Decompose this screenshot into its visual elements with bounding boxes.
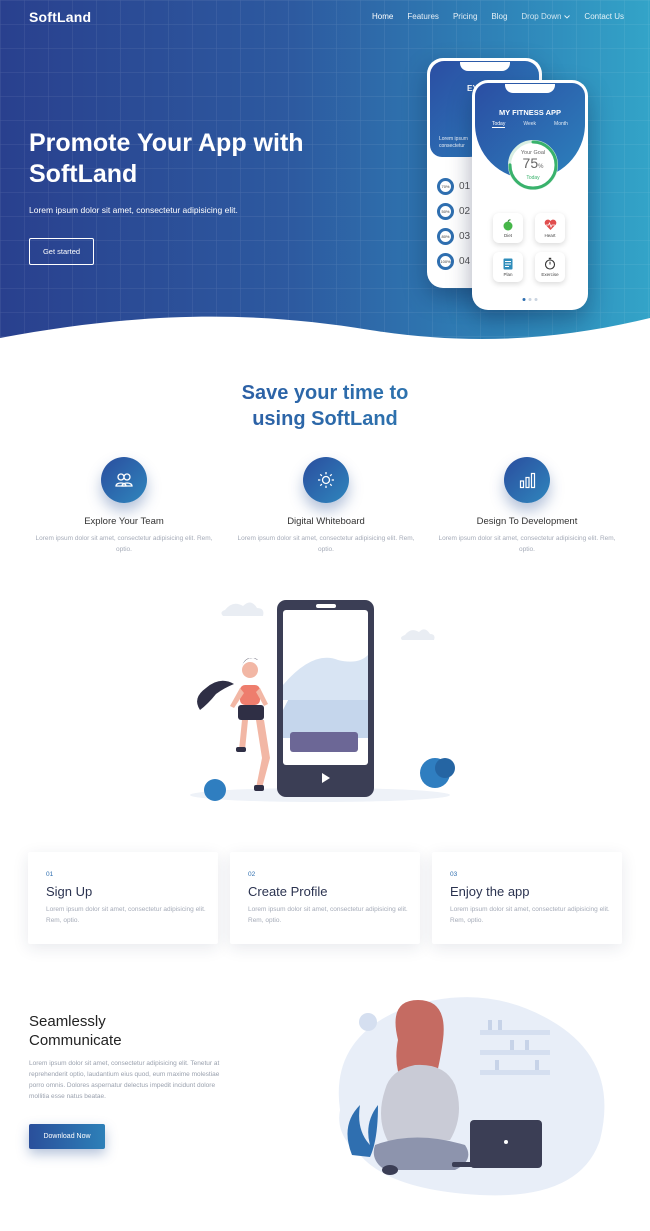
app-tab-today[interactable]: Today [492,121,506,128]
girl-laptop-illustration [338,997,605,1196]
feature-title: Design To Development [476,516,578,527]
sun-icon [318,472,334,488]
section-title: Save your time to using SoftLand [0,380,650,432]
nav-features[interactable]: Features [407,12,439,21]
tile-label: Plan [503,272,513,277]
phone-mockup-front: MY FITNESS APP Today Week Month Your Goa… [472,80,588,310]
progress-row: 50% 02 [437,203,470,220]
nav-blog[interactable]: Blog [491,12,507,21]
progress-ring: 70% [437,178,454,195]
step-number: 01 [46,871,54,878]
progress-num: 02 [459,206,471,217]
runner-phone-illustration [190,600,455,802]
tile-exercise[interactable]: Exercise [535,252,565,282]
feature-icon-circle [504,457,550,503]
tile-diet[interactable]: Diet [493,213,523,243]
tile-label: Diet [503,232,512,238]
feature-icon-circle [303,457,349,503]
feature-card: Explore Your Team Lorem ipsum dolor sit … [29,457,219,555]
app-tabs: Today Week Month [492,121,568,128]
step-desc: Lorem ipsum dolor sit amet, consectetur … [248,906,408,924]
section-title-line: Save your time to [241,382,409,404]
step-number: 02 [248,871,256,878]
step-title: Create Profile [248,884,328,899]
apple-icon [503,218,513,230]
progress-num: 04 [459,256,471,267]
phone-back-lorem: Lorem ipsum consectetur [439,136,468,149]
progress-row: 70% 01 [437,178,470,195]
nav-home[interactable]: Home [372,12,393,21]
app-tab-month[interactable]: Month [554,121,568,128]
get-started-button[interactable]: Get started [29,238,94,265]
progress-num: 01 [459,181,471,192]
progress-row: 80% 03 [437,228,470,245]
feature-card: Design To Development Lorem ipsum dolor … [432,457,622,555]
communicate-title-line: Communicate [29,1032,122,1049]
section-title-line: using SoftLand [252,408,398,430]
progress-row: 100% 04 [437,253,470,270]
hero-section: SoftLand Home Features Pricing Blog Drop… [0,0,650,360]
feature-desc: Lorem ipsum dolor sit amet, consectetur … [237,535,415,553]
nav-pricing[interactable]: Pricing [453,12,477,21]
brand-logo[interactable]: SoftLand [29,9,91,25]
progress-num: 03 [459,231,471,242]
step-number: 03 [450,871,458,878]
phone-notch [459,62,510,71]
communicate-desc: Lorem ipsum dolor sit amet, consectetur … [29,1060,220,1100]
tile-heart[interactable]: Heart [535,213,565,243]
feature-desc: Lorem ipsum dolor sit amet, consectetur … [35,535,213,553]
communicate-title-line: Seamlessly [29,1013,106,1030]
tile-plan[interactable]: Plan [493,252,523,282]
team-icon [115,473,133,487]
progress-ring: 50% [437,203,454,220]
feature-title: Digital Whiteboard [287,516,365,527]
nav-contact[interactable]: Contact Us [584,12,624,21]
step-title: Enjoy the app [450,884,530,899]
tile-label: Exercise [541,272,559,277]
app-tab-week[interactable]: Week [523,121,536,128]
main-nav: Home Features Pricing Blog Drop Down Con… [372,12,624,21]
goal-progress-ring [508,140,558,190]
feature-title: Explore Your Team [84,516,164,527]
chevron-down-icon [564,14,571,19]
progress-ring: 80% [437,228,454,245]
progress-ring: 100% [437,253,454,270]
step-desc: Lorem ipsum dolor sit amet, consectetur … [450,906,610,924]
goal-gauge: Your Goal 75% Today [508,140,558,190]
clipboard-icon [503,258,513,270]
bar-chart-icon [519,472,535,488]
communicate-title: Seamlessly Communicate [29,1012,122,1050]
tile-label: Heart [544,232,556,238]
hero-wave [0,316,650,360]
step-card: 01 Sign Up Lorem ipsum dolor sit amet, c… [28,852,218,944]
feature-card: Digital Whiteboard Lorem ipsum dolor sit… [231,457,421,555]
download-now-button[interactable]: Download Now [29,1124,105,1149]
stopwatch-icon [544,257,556,270]
hero-title: Promote Your App with SoftLand [29,129,304,188]
app-title: MY FITNESS APP [498,108,562,117]
feature-icon-circle [101,457,147,503]
step-title: Sign Up [46,884,93,899]
phone-notch [505,84,555,93]
nav-dropdown[interactable]: Drop Down [521,12,571,21]
step-card: 03 Enjoy the app Lorem ipsum dolor sit a… [432,852,622,944]
step-desc: Lorem ipsum dolor sit amet, consectetur … [46,906,206,924]
hero-lead: Lorem ipsum dolor sit amet, consectetur … [29,205,238,215]
feature-desc: Lorem ipsum dolor sit amet, consectetur … [438,535,616,553]
nav-dropdown-label: Drop Down [521,12,562,21]
heart-icon [544,219,556,230]
step-card: 02 Create Profile Lorem ipsum dolor sit … [230,852,420,944]
